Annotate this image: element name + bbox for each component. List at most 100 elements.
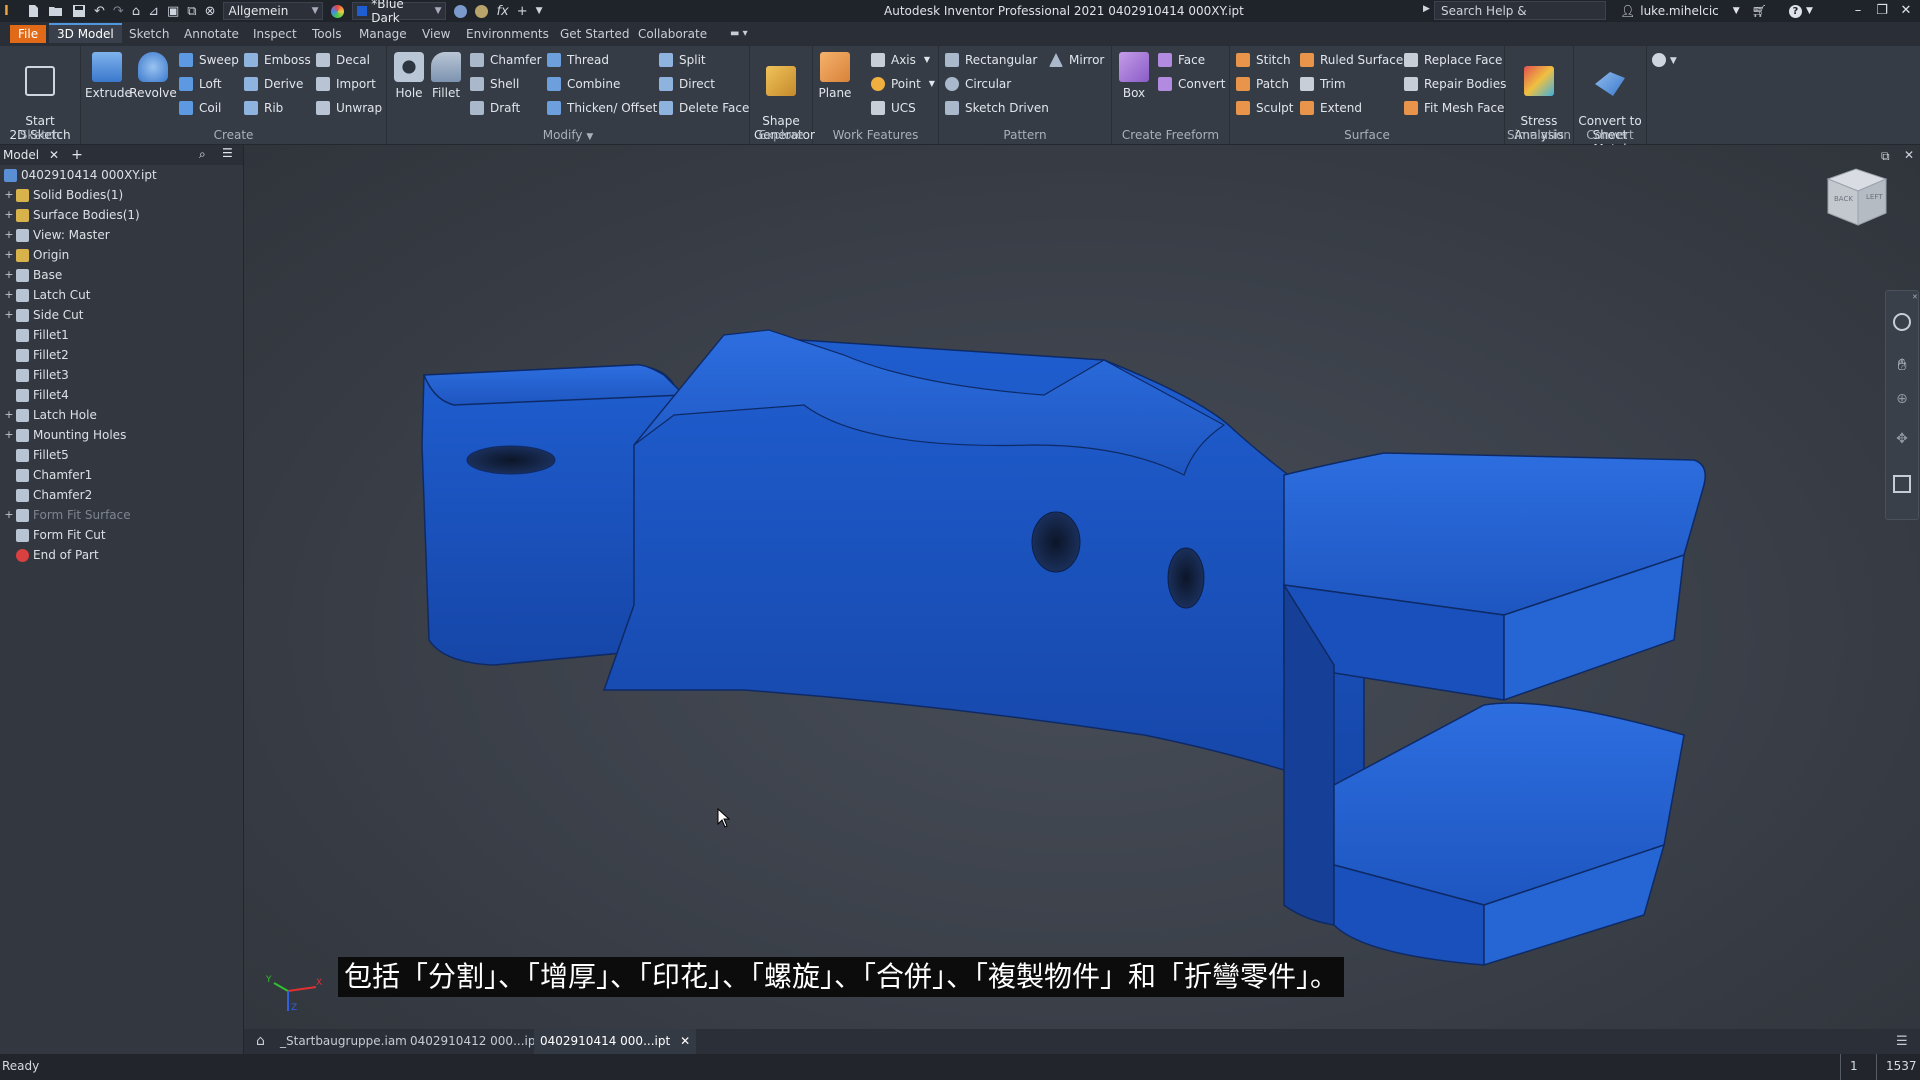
convert-freeform-button[interactable]: Convert — [1158, 74, 1225, 94]
ucs-button[interactable]: UCS — [871, 98, 916, 118]
doc-tab-0402910412[interactable]: 0402910412 000...ipt — [404, 1029, 546, 1054]
tree-item[interactable]: Fillet1 — [4, 325, 69, 345]
direct-button[interactable]: Direct — [659, 74, 715, 94]
thread-button[interactable]: Thread — [547, 50, 609, 70]
delete-face-button[interactable]: Delete Face — [659, 98, 749, 118]
tree-item[interactable]: + Origin — [4, 245, 69, 265]
close-circle-icon[interactable]: ⊗ — [201, 0, 220, 22]
viewcube-left-label[interactable]: LEFT — [1866, 193, 1883, 201]
update-icon[interactable]: ⧉ — [183, 0, 200, 22]
tab-annotate[interactable]: Annotate — [176, 25, 247, 43]
fx-parameters-icon[interactable]: fx — [492, 0, 512, 22]
save-icon[interactable] — [68, 0, 90, 22]
trim-button[interactable]: Trim — [1300, 74, 1346, 94]
graphics-viewport[interactable]: BACK LEFT X Y Z ⧉ ✕ — [244, 145, 1920, 1029]
tab-inspect[interactable]: Inspect — [245, 25, 305, 43]
ribbon-options-icon[interactable]: ▬ ▾ — [722, 25, 756, 43]
search-icon[interactable]: ⌕ — [199, 147, 206, 162]
cart-icon[interactable]: 🛒︎ — [1752, 4, 1767, 18]
plane-button[interactable]: Plane — [817, 52, 853, 100]
tab-list-menu-icon[interactable]: ☰ — [1890, 1029, 1914, 1054]
tree-item[interactable]: + Mounting Holes — [4, 425, 126, 445]
home-tab-icon[interactable]: ⌂ — [250, 1029, 271, 1054]
tab-collaborate[interactable]: Collaborate — [630, 25, 715, 43]
decal-button[interactable]: Decal — [316, 50, 370, 70]
ribbon-customize-dropdown[interactable]: ▼ — [1652, 52, 1677, 67]
undo-icon[interactable]: ↶ — [90, 0, 109, 22]
part-body[interactable] — [421, 329, 1706, 967]
sculpt-button[interactable]: Sculpt — [1236, 98, 1293, 118]
mounting-hole-1[interactable] — [1031, 511, 1081, 573]
close-icon[interactable]: ✕ — [49, 148, 59, 162]
expand-icon[interactable]: + — [4, 425, 14, 445]
restore-button[interactable]: ❐ — [1869, 0, 1895, 22]
replace-face-button[interactable]: Replace Face — [1404, 50, 1502, 70]
tree-item[interactable]: 0402910414 000XY.ipt — [4, 165, 157, 185]
tree-item[interactable]: Chamfer2 — [4, 485, 92, 505]
patch-button[interactable]: Patch — [1236, 74, 1289, 94]
tree-item[interactable]: + Latch Hole — [4, 405, 96, 425]
close-viewport-icon[interactable]: ✕ — [1904, 148, 1914, 162]
zoom-icon[interactable]: ⊕ — [1893, 391, 1911, 409]
expand-icon[interactable]: + — [4, 225, 14, 245]
expand-icon[interactable]: + — [4, 185, 14, 205]
user-account[interactable]: 👤︎ luke.mihelcic ▼ 🛒︎ ? ▼ — [1620, 0, 1813, 22]
tree-item[interactable]: End of Part — [4, 545, 99, 565]
unwrap-button[interactable]: Unwrap — [316, 98, 382, 118]
tree-item[interactable]: + Solid Bodies(1) — [4, 185, 123, 205]
clear-appearance-icon[interactable] — [471, 0, 492, 22]
appearance-dropdown[interactable]: Allgemein ▼ — [223, 2, 324, 20]
sketch-driven-pattern-button[interactable]: Sketch Driven — [945, 98, 1049, 118]
tab-tools[interactable]: Tools — [304, 25, 350, 43]
tree-item[interactable]: + Side Cut — [4, 305, 83, 325]
expand-icon[interactable]: + — [4, 265, 14, 285]
shell-button[interactable]: Shell — [470, 74, 519, 94]
pan-hand-icon[interactable]: ✋︎ — [1893, 355, 1911, 374]
panel-title-modify[interactable]: Modify ▼ — [387, 128, 749, 142]
chevron-right-icon[interactable]: ▶ — [1423, 4, 1430, 14]
derive-button[interactable]: Derive — [244, 74, 303, 94]
home-icon[interactable]: ⌂ — [128, 0, 144, 22]
tree-item[interactable]: + View: Master — [4, 225, 109, 245]
help-icon[interactable]: ? — [1788, 4, 1802, 18]
customize-dropdown-icon[interactable]: ▼ — [532, 0, 547, 22]
expand-icon[interactable]: + — [4, 205, 14, 225]
repair-bodies-button[interactable]: Repair Bodies — [1404, 74, 1506, 94]
part-model[interactable] — [244, 145, 1920, 1029]
combine-button[interactable]: Combine — [547, 74, 620, 94]
ruled-surface-button[interactable]: Ruled Surface — [1300, 50, 1403, 70]
new-file-icon[interactable] — [22, 0, 44, 22]
chamfer-button[interactable]: Chamfer — [470, 50, 542, 70]
viewcube-back-label[interactable]: BACK — [1834, 195, 1853, 203]
tree-item[interactable]: Fillet4 — [4, 385, 69, 405]
search-help-input[interactable]: Search Help & Commands... — [1434, 1, 1606, 37]
loft-button[interactable]: Loft — [179, 74, 222, 94]
inventor-logo-icon[interactable]: I — [0, 0, 22, 22]
fit-mesh-face-button[interactable]: Fit Mesh Face — [1404, 98, 1504, 118]
tab-3d-model[interactable]: 3D Model — [49, 23, 122, 43]
expand-icon[interactable]: + — [4, 285, 14, 305]
doc-tab-startbaugruppe[interactable]: _Startbaugruppe.iam — [274, 1029, 413, 1054]
split-button[interactable]: Split — [659, 50, 706, 70]
redo-icon[interactable]: ↷ — [109, 0, 128, 22]
tab-environments[interactable]: Environments — [458, 25, 557, 43]
close-icon[interactable]: ✕ — [1912, 293, 1918, 301]
expand-icon[interactable]: + — [4, 405, 14, 425]
extend-button[interactable]: Extend — [1300, 98, 1362, 118]
draft-button[interactable]: Draft — [470, 98, 520, 118]
plus-icon[interactable]: + — [513, 0, 532, 22]
tab-manage[interactable]: Manage — [351, 25, 415, 43]
look-at-icon[interactable] — [1893, 475, 1911, 493]
close-window-button[interactable]: ✕ — [1893, 0, 1919, 22]
point-button[interactable]: Point ▼ — [871, 74, 935, 94]
mounting-hole-2[interactable] — [1167, 547, 1205, 609]
tree-item[interactable]: + Latch Cut — [4, 285, 90, 305]
select-icon[interactable]: ▣ — [163, 0, 183, 22]
tree-item[interactable]: + Form Fit Surface — [4, 505, 130, 525]
close-icon[interactable]: ✕ — [680, 1034, 690, 1048]
tab-view[interactable]: View — [414, 25, 458, 43]
fillet-button[interactable]: Fillet — [427, 52, 465, 100]
rib-button[interactable]: Rib — [244, 98, 283, 118]
orbit-icon[interactable]: ✥ — [1893, 431, 1911, 449]
material-dropdown[interactable]: *Blue Dark ▼ — [352, 0, 447, 25]
